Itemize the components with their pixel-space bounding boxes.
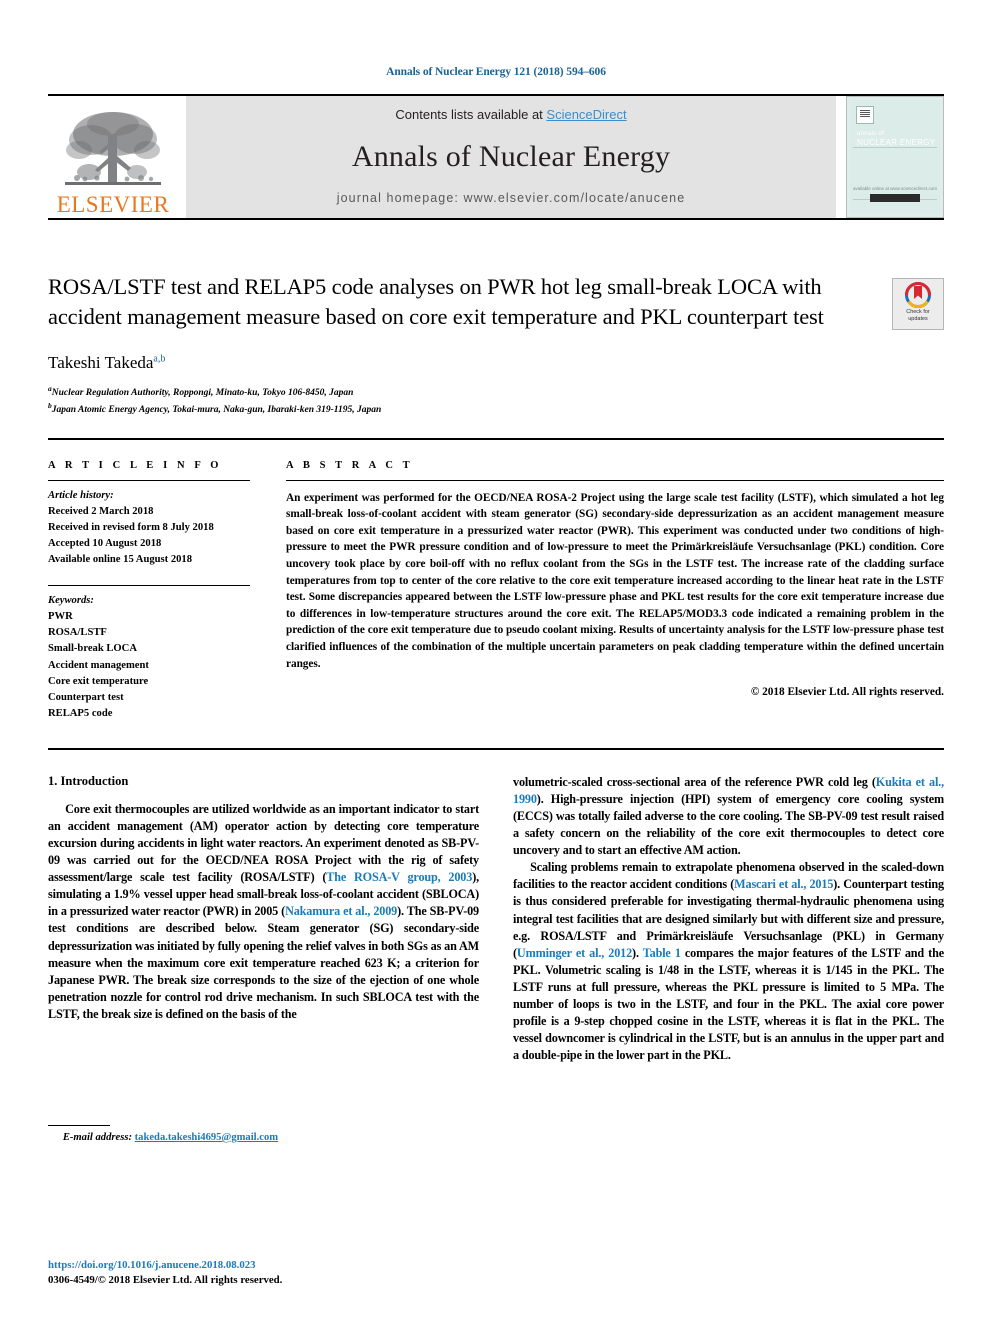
abstract-heading: A B S T R A C T	[286, 459, 414, 471]
title-bottom-rule	[48, 437, 944, 440]
keywords-block: Keywords: PWR ROSA/LSTF Small-break LOCA…	[48, 593, 250, 722]
keyword-item: PWR	[48, 611, 73, 623]
journal-title: Annals of Nuclear Energy	[351, 139, 671, 173]
cover-footer-text: available online at www.sciencedirect.co…	[852, 185, 938, 191]
crossmark-label-line1: Check for	[906, 309, 930, 315]
cover-footer-badge: ScienceDirect	[869, 194, 921, 202]
article-history: Article history: Received 2 March 2018 R…	[48, 488, 250, 568]
article-history-label: Article history:	[48, 489, 114, 501]
intro-p1-c: ). The SB-PV-09 test conditions are desc…	[48, 904, 479, 1021]
citation-nakamura[interactable]: Nakamura et al., 2009	[285, 904, 397, 918]
affiliation-a: aNuclear Regulation Authority, Roppongi,…	[48, 383, 864, 400]
cover-logo-icon	[856, 106, 874, 124]
history-item: Available online 15 August 2018	[48, 554, 193, 566]
author-name: Takeshi Takeda	[48, 353, 154, 373]
affiliation-b: bJapan Atomic Energy Agency, Tokai-mura,…	[48, 400, 864, 417]
info-abstract-section: A R T I C L E I N F O Article history: R…	[48, 460, 944, 722]
footnote-area: E-mail address: takeda.takeshi4695@gmail…	[48, 1124, 479, 1143]
body-columns: 1. Introduction Core exit thermocouples …	[48, 774, 944, 1143]
article-info-heading: A R T I C L E I N F O	[48, 459, 223, 471]
elsevier-tree-icon	[65, 112, 161, 185]
affiliation-a-text: Nuclear Regulation Authority, Roppongi, …	[51, 388, 354, 399]
page-footer: https://doi.org/10.1016/j.anucene.2018.0…	[48, 1258, 282, 1289]
keyword-item: RELAP5 code	[48, 707, 113, 719]
masthead-banner: Contents lists available at ScienceDirec…	[186, 96, 836, 218]
abstract-text: An experiment was performed for the OECD…	[286, 491, 944, 670]
author-line: Takeshi Takedaa,b	[48, 353, 864, 373]
keyword-item: Counterpart test	[48, 691, 124, 703]
crossmark-label: Check for updates	[906, 309, 930, 323]
contents-prefix: Contents lists available at	[395, 107, 547, 122]
history-item: Received 2 March 2018	[48, 505, 154, 517]
intro-paragraph-2: volumetric-scaled cross-sectional area o…	[513, 774, 944, 859]
elsevier-logo: ELSEVIER	[48, 96, 178, 218]
crossmark-badge[interactable]: Check for updates	[892, 278, 944, 330]
author-affiliation-marks: a,b	[153, 353, 166, 365]
keyword-item: Core exit temperature	[48, 675, 149, 687]
article-info-rule	[48, 479, 250, 481]
title-block: ROSA/LSTF test and RELAP5 code analyses …	[48, 272, 944, 418]
abstract-column: A B S T R A C T An experiment was perfor…	[286, 460, 944, 722]
crossmark-label-line2: updates	[908, 315, 928, 322]
journal-masthead: ELSEVIER Contents lists available at Sci…	[48, 96, 944, 218]
keywords-label: Keywords:	[48, 595, 94, 607]
keyword-item: Small-break LOCA	[48, 643, 137, 655]
keyword-item: Accident management	[48, 659, 149, 671]
abstract-rule-top	[286, 479, 944, 481]
history-item: Accepted 10 August 2018	[48, 537, 162, 549]
body-left-column: 1. Introduction Core exit thermocouples …	[48, 774, 479, 1143]
cover-divider-1	[853, 147, 937, 148]
paper-page: Annals of Nuclear Energy 121 (2018) 594–…	[0, 0, 992, 1323]
citation-umminger[interactable]: Umminger et al., 2012	[517, 946, 632, 960]
section-heading-introduction: 1. Introduction	[48, 773, 129, 788]
intro-paragraph-1: Core exit thermocouples are utilized wor…	[48, 801, 479, 1023]
issn-copyright-line: 0306-4549/© 2018 Elsevier Ltd. All right…	[48, 1274, 283, 1287]
masthead-bottom-rule	[48, 218, 944, 220]
keyword-item: ROSA/LSTF	[48, 627, 107, 639]
article-info-column: A R T I C L E I N F O Article history: R…	[48, 460, 286, 722]
journal-cover-thumbnail[interactable]: annals of NUCLEAR ENERGY available onlin…	[846, 96, 944, 218]
history-item: Received in revised form 8 July 2018	[48, 521, 214, 533]
crossmark-icon	[905, 282, 931, 308]
contents-line: Contents lists available at ScienceDirec…	[395, 107, 626, 122]
footnote-label: E-mail address:	[62, 1131, 132, 1143]
running-head: Annals of Nuclear Energy 121 (2018) 594–…	[386, 66, 606, 78]
citation-mascari[interactable]: Mascari et al., 2015	[734, 877, 833, 891]
keywords-rule	[48, 585, 250, 587]
citation-rosa-v-group[interactable]: The ROSA-V group, 2003	[326, 870, 472, 884]
body-right-column: volumetric-scaled cross-sectional area o…	[513, 774, 944, 1143]
intro-p2-a: volumetric-scaled cross-sectional area o…	[513, 774, 876, 789]
abstract-bottom-rule	[48, 747, 944, 750]
cover-title-line1: annals of	[857, 131, 885, 137]
intro-p2-b: ). High-pressure injection (HPI) system …	[513, 791, 944, 858]
doi-link[interactable]: https://doi.org/10.1016/j.anucene.2018.0…	[48, 1258, 282, 1274]
footnote-rule	[48, 1124, 110, 1126]
link-table-1[interactable]: Table 1	[643, 946, 681, 960]
intro-p3-b2: ).	[632, 945, 643, 960]
footnote-email: E-mail address: takeda.takeshi4695@gmail…	[48, 1132, 479, 1143]
sciencedirect-link[interactable]: ScienceDirect	[546, 107, 626, 122]
affiliations: aNuclear Regulation Authority, Roppongi,…	[48, 383, 864, 417]
intro-paragraph-3: Scaling problems remain to extrapolate p…	[513, 859, 944, 1064]
cover-footer: available online at www.sciencedirect.co…	[850, 185, 940, 202]
affiliation-b-text: Japan Atomic Energy Agency, Tokai-mura, …	[51, 405, 382, 416]
abstract-copyright: © 2018 Elsevier Ltd. All rights reserved…	[750, 686, 944, 699]
elsevier-wordmark: ELSEVIER	[56, 192, 170, 217]
email-link[interactable]: takeda.takeshi4695@gmail.com	[135, 1132, 278, 1143]
cover-inner: annals of NUCLEAR ENERGY available onlin…	[850, 100, 940, 214]
intro-p3-c: compares the major features of the LSTF …	[513, 945, 944, 1063]
journal-homepage[interactable]: journal homepage: www.elsevier.com/locat…	[337, 191, 686, 205]
page-title: ROSA/LSTF test and RELAP5 code analyses …	[48, 274, 824, 330]
